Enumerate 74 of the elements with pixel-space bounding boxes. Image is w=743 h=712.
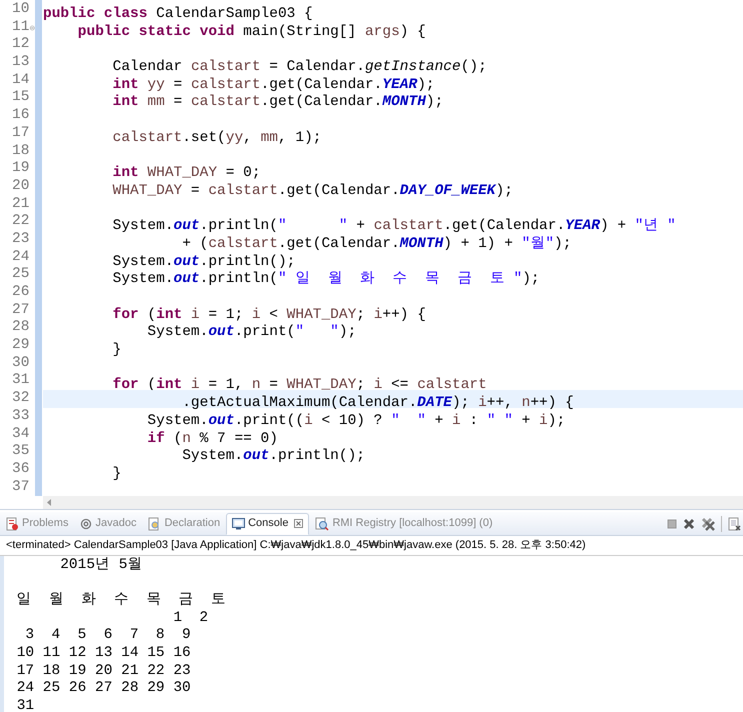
line-number: 11 [12,18,30,36]
code-line: System.out.print((i < 10) ? " " + i : " " + i); [146,412,566,430]
code-line: + (calstart.get(Calendar.MONTH) + 1) + "월"); [181,236,572,254]
view-tab[interactable]: Console [226,512,310,534]
horizontal-scrollbar[interactable] [43,496,743,509]
code-line: if (n % 7 == 0) [146,430,278,448]
collapse-icon[interactable] [30,24,35,32]
code-line: System.out.println(); [112,254,296,272]
code-line: public static void main(String[] args) { [76,24,426,42]
line-number: 33 [12,408,30,426]
line-number: 37 [12,478,30,496]
line-number: 20 [12,178,30,196]
line-number: 36 [12,460,30,479]
line-number: 27 [12,302,30,320]
line-number: 35 [12,443,30,461]
line-number: 12 [12,36,30,54]
code-line: System.out.println(); [181,448,365,466]
line-number: 19 [12,160,30,178]
line-number: 10 [12,1,30,19]
line-number: 25 [12,266,30,284]
view-tab[interactable]: Javadoc [74,512,142,534]
remove-icon[interactable] [683,518,695,530]
at-sign-icon [80,518,92,530]
line-number: 21 [12,196,30,214]
terminate-icon[interactable] [667,518,677,528]
close-icon[interactable] [294,519,304,528]
code-line: } [112,466,122,484]
output-line: 31 [16,698,36,712]
output-line: 2015년 5월 [59,556,144,574]
line-number: 22 [12,213,30,231]
view-tab[interactable]: Declaration [142,512,226,534]
code-line: Calendar calstart = Calendar.getInstance(); [112,59,487,77]
output-line: 1 2 [172,610,210,628]
output-line: 3 4 5 6 7 8 9 [24,627,192,645]
code-line: System.out.print(" "); [146,324,356,342]
output-line: 일 월 화 수 목 금 토 [16,590,228,610]
code-line: calstart.set(yy, mm, 1); [112,130,322,148]
line-number: 13 [12,54,30,72]
output-line: 24 25 26 27 28 29 30 [16,680,192,698]
document-icon[interactable] [728,516,741,530]
code-line: int WHAT_DAY = 0; [112,165,261,183]
line-number: 34 [12,426,30,444]
remove-all-icon[interactable] [701,516,715,530]
registry-icon [315,516,330,530]
console-icon [232,518,246,530]
code-line: System.out.println(" " + calstart.get(Calendar.YEAR) + "년 " [112,218,676,236]
line-number: 30 [12,354,30,372]
line-number: 28 [12,319,30,338]
code-line: public class CalendarSample03 { [43,6,313,24]
line-number: 18 [12,142,30,160]
line-number: 17 [12,124,30,143]
console-title: <terminated> CalendarSample03 [Java Application] C:₩java₩jdk1.8.0_45₩bin₩javaw.exe (2015. 5. 28. 오후 3:50:42) [0,536,743,556]
code-line: WHAT_DAY = calstart.get(Calendar.DAY_OF_WEEK); [112,182,513,201]
line-number: 31 [12,372,30,390]
line-number: 29 [12,337,30,355]
declaration-icon [148,516,162,530]
line-number: 15 [12,89,30,108]
code-line: System.out.println(" 일 월 화 수 목 금 토 "); [112,271,540,289]
line-number: 14 [12,72,30,90]
output-line: 10 11 12 13 14 15 16 [16,644,192,663]
line-number: 24 [12,248,30,266]
line-number: 23 [12,230,30,249]
view-tab[interactable]: RMI Registry [localhost:1099] (0) [309,512,499,534]
code-line: for (int i = 1; i < WHAT_DAY; i++) { [112,306,426,324]
view-tab[interactable]: Problems [0,512,74,534]
problems-icon [6,516,19,530]
code-line: .getActualMaximum(Calendar.DATE); i++, n++) { [181,395,574,413]
code-line: int mm = calstart.get(Calendar.MONTH); [112,94,444,112]
code-line: int yy = calstart.get(Calendar.YEAR); [112,76,435,94]
line-number: 32 [12,390,30,408]
line-number: 26 [12,284,30,302]
code-line: } [112,342,122,360]
line-number: 16 [12,107,30,125]
output-line: 17 18 19 20 21 22 23 [16,662,192,680]
